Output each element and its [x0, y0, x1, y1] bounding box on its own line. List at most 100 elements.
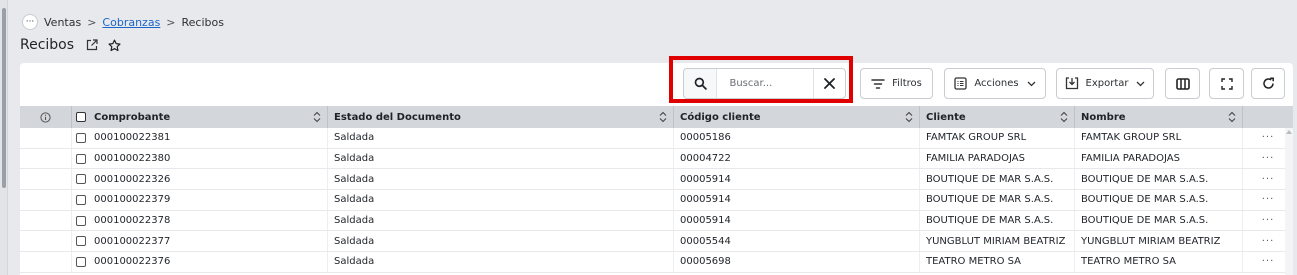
info-icon: [40, 111, 51, 123]
breadcrumb-item-cobranzas[interactable]: Cobranzas: [102, 16, 160, 29]
comprobante-cell: 000100022377: [92, 231, 328, 252]
actions-column-header: [1243, 106, 1293, 128]
column-header-estado[interactable]: Estado del Documento: [328, 106, 674, 128]
column-header-cliente[interactable]: Cliente: [920, 106, 1075, 128]
cliente-cell: YUNGBLUT MIRIAM BEATRIZ: [920, 231, 1075, 252]
cliente-cell: FAMILIA PARADOJAS: [920, 148, 1075, 169]
star-icon[interactable]: [108, 39, 121, 52]
estado-cell: Saldada: [328, 190, 674, 210]
actions-label: Acciones: [974, 78, 1019, 89]
export-icon: [1065, 77, 1078, 90]
breadcrumb-separator: >: [166, 15, 176, 29]
row-checkbox[interactable]: [76, 174, 86, 185]
actions-button[interactable]: Acciones: [944, 68, 1046, 99]
row-checkbox-cell: [72, 211, 92, 231]
page-scrollbar-thumb[interactable]: [2, 8, 6, 188]
receipts-table: Comprobante Estado del Documento Código …: [20, 106, 1293, 273]
table-row[interactable]: 000100022378 Saldada 00005914 BOUTIQUE DE M…: [20, 210, 1293, 232]
codigo-cliente-cell: 00005544: [674, 231, 920, 252]
nombre-cell: TEATRO METRO SA: [1075, 252, 1243, 272]
row-info-cell: [20, 231, 72, 252]
estado-cell: Saldada: [328, 169, 674, 190]
page-title: Recibos: [20, 37, 75, 53]
column-header-nombre[interactable]: Nombre: [1075, 106, 1243, 128]
estado-cell: Saldada: [328, 128, 674, 148]
title-row: Recibos: [20, 37, 121, 53]
sort-icon[interactable]: [1228, 111, 1236, 123]
breadcrumb-separator: >: [87, 15, 97, 29]
column-label: Nombre: [1081, 111, 1126, 123]
comprobante-cell: 000100022376: [92, 252, 328, 272]
info-column-header[interactable]: [20, 106, 72, 128]
codigo-cliente-cell: 00005186: [674, 128, 920, 148]
cliente-cell: BOUTIQUE DE MAR S.A.S.: [920, 210, 1075, 231]
comprobante-cell: 000100022326: [92, 169, 328, 190]
column-header-codigo-cliente[interactable]: Código cliente: [674, 106, 920, 128]
row-checkbox[interactable]: [76, 132, 86, 143]
row-checkbox[interactable]: [76, 194, 86, 205]
sort-icon[interactable]: [659, 111, 667, 123]
open-external-icon[interactable]: [86, 39, 98, 51]
column-label: Comprobante: [94, 111, 171, 123]
row-info-cell: [20, 128, 72, 148]
fullscreen-button[interactable]: [1209, 68, 1244, 99]
chevron-down-icon: [1137, 81, 1145, 86]
estado-cell: Saldada: [328, 210, 674, 231]
table-scrollbar[interactable]: [1285, 128, 1293, 275]
columns-icon: [1175, 77, 1190, 90]
breadcrumb-item-ventas[interactable]: Ventas: [44, 16, 81, 29]
table-header: Comprobante Estado del Documento Código …: [20, 106, 1293, 128]
comprobante-cell: 000100022380: [92, 148, 328, 169]
scroll-up-icon[interactable]: [1286, 130, 1292, 134]
search-highlight-box: [669, 56, 853, 103]
select-all-checkbox[interactable]: [76, 112, 86, 122]
page-scrollbar[interactable]: [0, 0, 8, 275]
estado-cell: Saldada: [328, 231, 674, 252]
row-checkbox[interactable]: [76, 153, 86, 164]
table-body: 000100022381 Saldada 00005186 FAMTAK GROUP …: [20, 128, 1293, 273]
row-checkbox-cell: [72, 231, 92, 251]
table-row[interactable]: 000100022376 Saldada 00005698 TEATRO METRO …: [20, 252, 1293, 273]
sort-icon[interactable]: [313, 111, 321, 123]
table-row[interactable]: 000100022377 Saldada 00005544 YUNGBLUT MIRI…: [20, 231, 1293, 253]
export-label: Exportar: [1085, 78, 1129, 89]
comprobante-cell: 000100022381: [92, 128, 328, 148]
row-checkbox-cell: [72, 190, 92, 210]
filter-icon: [871, 78, 885, 89]
row-checkbox[interactable]: [76, 256, 86, 267]
refresh-button[interactable]: [1251, 68, 1285, 99]
sort-icon[interactable]: [905, 111, 913, 123]
nombre-cell: BOUTIQUE DE MAR S.A.S.: [1075, 190, 1243, 210]
row-checkbox-cell: [72, 128, 92, 148]
codigo-cliente-cell: 00005914: [674, 190, 920, 210]
codigo-cliente-cell: 00005698: [674, 252, 920, 272]
cliente-cell: TEATRO METRO SA: [920, 252, 1075, 272]
chevron-down-icon: [1027, 81, 1036, 86]
column-label: Cliente: [926, 111, 966, 123]
export-button[interactable]: Exportar: [1056, 68, 1154, 99]
cliente-cell: BOUTIQUE DE MAR S.A.S.: [920, 169, 1075, 190]
column-header-comprobante[interactable]: Comprobante: [92, 106, 328, 128]
nombre-cell: YUNGBLUT MIRIAM BEATRIZ: [1075, 231, 1243, 252]
columns-button[interactable]: [1165, 68, 1200, 99]
fullscreen-icon: [1220, 77, 1233, 90]
codigo-cliente-cell: 00004722: [674, 148, 920, 169]
table-row[interactable]: 000100022380 Saldada 00004722 FAMILIA PARAD…: [20, 148, 1293, 170]
column-label: Código cliente: [680, 111, 761, 123]
sort-icon[interactable]: [1060, 111, 1068, 123]
row-checkbox[interactable]: [76, 215, 86, 226]
table-row[interactable]: 000100022381 Saldada 00005186 FAMTAK GROUP …: [20, 128, 1293, 149]
estado-cell: Saldada: [328, 252, 674, 272]
nombre-cell: BOUTIQUE DE MAR S.A.S.: [1075, 169, 1243, 190]
row-info-cell: [20, 190, 72, 210]
codigo-cliente-cell: 00005914: [674, 210, 920, 231]
table-row[interactable]: 000100022326 Saldada 00005914 BOUTIQUE DE M…: [20, 169, 1293, 191]
table-row[interactable]: 000100022379 Saldada 00005914 BOUTIQUE DE M…: [20, 190, 1293, 211]
row-info-cell: [20, 148, 72, 169]
row-checkbox[interactable]: [76, 236, 86, 247]
filters-button[interactable]: Filtros: [860, 68, 933, 99]
breadcrumb-item-recibos: Recibos: [181, 15, 224, 29]
row-checkbox-cell: [72, 252, 92, 272]
breadcrumb-overflow-button[interactable]: ···: [22, 14, 38, 30]
filters-label: Filtros: [892, 78, 922, 89]
